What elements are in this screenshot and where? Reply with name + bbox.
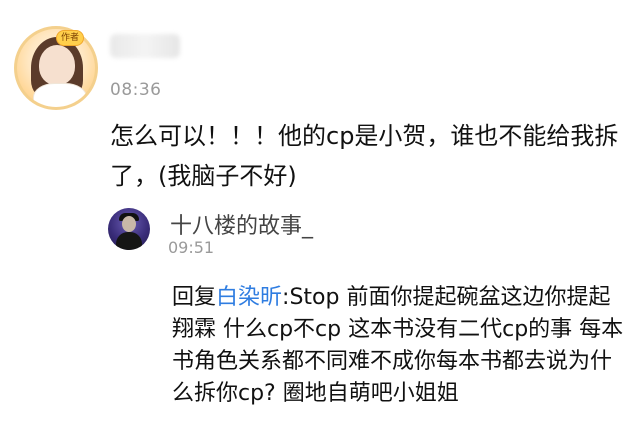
reply-text: 回复白染昕:Stop 前面你提起碗盆这边你提起翔霖 什么cp不cp 这本书没有二… — [172, 282, 624, 410]
author-badge: 作者 — [56, 30, 85, 46]
blurred-username — [110, 34, 180, 58]
reply-timestamp: 09:51 — [168, 238, 215, 257]
avatar-face — [39, 45, 75, 85]
comment-text: 怎么可以！！！他的cp是小贺，谁也不能给我拆了，(我脑子不好) — [110, 122, 619, 190]
reply-username[interactable]: 十八楼的故事_ — [170, 208, 313, 240]
avatar-torso — [116, 232, 142, 250]
reply-prefix: 回复 — [172, 285, 217, 310]
mention-link[interactable]: 白染昕 — [216, 285, 282, 310]
avatar-head — [122, 216, 136, 232]
comment-timestamp: 08:36 — [110, 80, 162, 100]
avatar-body — [33, 83, 87, 107]
reply-avatar[interactable] — [108, 208, 150, 250]
